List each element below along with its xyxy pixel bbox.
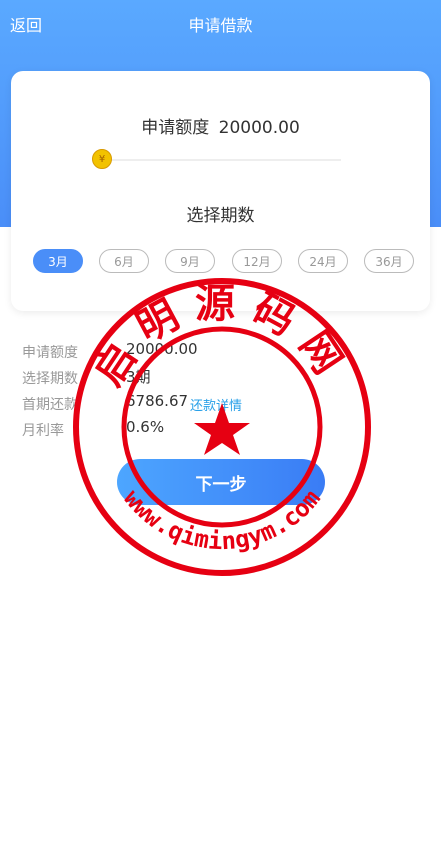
period-option-9[interactable]: 9月	[165, 249, 215, 273]
detail-row-periods: 选择期数 3期	[22, 366, 422, 388]
amount-slider-track[interactable]	[104, 159, 341, 161]
period-title: 选择期数	[186, 206, 255, 226]
period-option-36[interactable]: 36月	[364, 249, 414, 273]
detail-value: 0.6%	[126, 418, 165, 436]
loan-card: 申请额度 20000.00 ¥ 选择期数 3月 6月 9月 12月 24月 36…	[11, 71, 430, 311]
detail-label: 申请额度	[22, 345, 78, 361]
period-option-24[interactable]: 24月	[298, 249, 348, 273]
period-options: 3月 6月 9月 12月 24月 36月	[33, 249, 415, 275]
period-option-12[interactable]: 12月	[232, 249, 282, 273]
amount-display: 申请额度 20000.00	[11, 113, 430, 138]
detail-label: 月利率	[22, 423, 64, 439]
detail-value: 3期	[126, 368, 151, 386]
detail-label: 首期还款	[22, 397, 78, 413]
period-option-3[interactable]: 3月	[33, 249, 83, 273]
amount-slider-thumb[interactable]: ¥	[92, 149, 112, 169]
yen-coin-icon: ¥	[98, 153, 106, 165]
next-step-button[interactable]: 下一步	[117, 459, 325, 505]
repayment-details-link[interactable]: 还款详情	[190, 395, 242, 414]
page-title: 申请借款	[188, 16, 253, 35]
detail-label: 选择期数	[22, 371, 78, 387]
amount-label: 申请额度	[141, 118, 210, 138]
period-option-6[interactable]: 6月	[99, 249, 149, 273]
detail-row-monthly-rate: 月利率 0.6%	[22, 418, 422, 440]
detail-row-first-payment: 首期还款 6786.67 还款详情	[22, 392, 422, 414]
amount-value: 20000.00	[218, 118, 300, 138]
top-bar: 返回 申请借款	[0, 0, 441, 44]
detail-value: 6786.67	[126, 392, 189, 410]
detail-value: 20000.00	[126, 340, 198, 358]
detail-row-amount: 申请额度 20000.00	[22, 340, 422, 362]
